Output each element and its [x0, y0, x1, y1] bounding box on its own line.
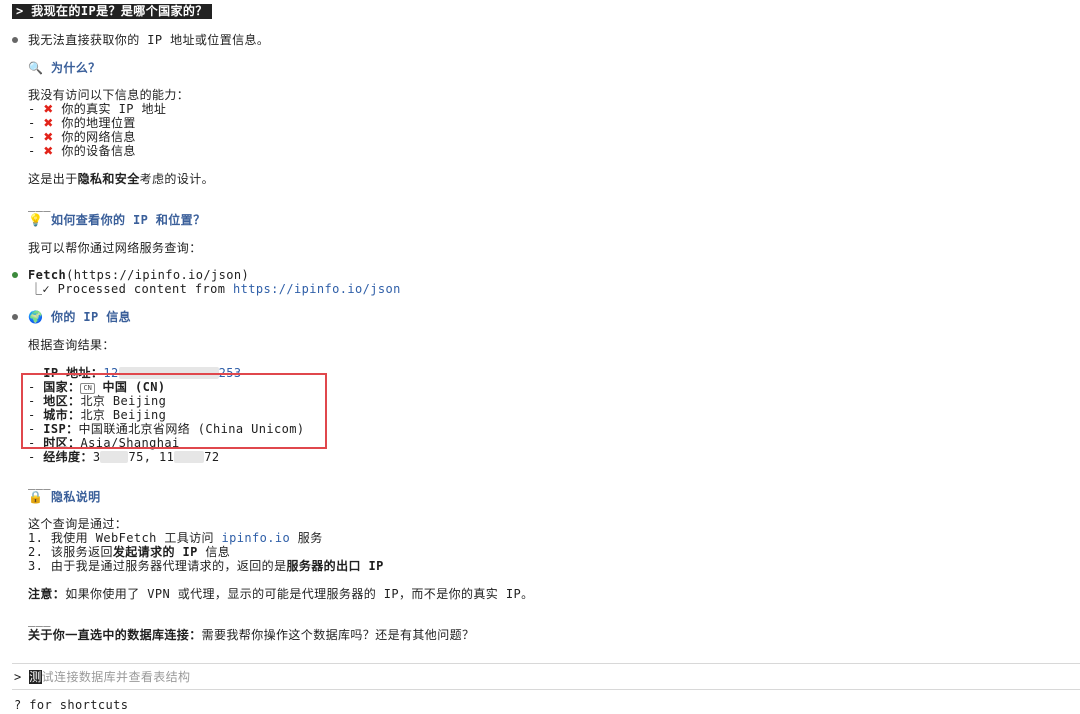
privacy-title: 隐私说明 [50, 490, 101, 504]
text-cursor: 测 [29, 670, 42, 684]
privacy-step: 3. 由于我是通过服务器代理请求的，返回的是服务器的出口 IP [28, 559, 384, 573]
list-item: - ✖ 你的真实 IP 地址 [28, 102, 167, 116]
intro-text: 我无法直接获取你的 IP 地址或位置信息。 [28, 33, 270, 47]
fetch-result: ⎿✓ Processed content from https://ipinfo… [30, 282, 401, 296]
cross-icon: ✖ [43, 130, 54, 144]
message-bullet [12, 314, 18, 320]
input-bottom-border [12, 689, 1080, 690]
lock-icon: 🔒 [28, 490, 44, 504]
divider: ___ [28, 198, 51, 212]
redaction-blur [100, 451, 129, 463]
latlng-row: - 经纬度：3 75, 11 72 [28, 450, 220, 464]
privacy-lead: 这个查询是通过： [28, 517, 128, 531]
divider: ___ [28, 476, 51, 490]
fetch-call: Fetch(https://ipinfo.io/json) [28, 268, 250, 282]
tool-bullet [12, 272, 18, 278]
list-item: - ✖ 你的地理位置 [28, 116, 136, 130]
cross-icon: ✖ [43, 102, 54, 116]
lightbulb-icon: 💡 [28, 213, 44, 227]
globe-icon: 🌍 [28, 310, 44, 324]
privacy-heading: 🔒 隐私说明 [28, 490, 101, 504]
magnifier-icon: 🔍 [28, 61, 44, 75]
how-heading: 💡 如何查看你的 IP 和位置？ [28, 213, 205, 227]
how-lead: 我可以帮你通过网络服务查询： [28, 241, 202, 255]
input-top-border [12, 663, 1080, 664]
divider: ___ [28, 613, 51, 627]
redaction-blur [174, 451, 205, 463]
ipinfo-heading: 🌍 你的 IP 信息 [28, 310, 131, 324]
ipinfo-link[interactable]: ipinfo.io [222, 531, 291, 545]
user-prompt: > 我现在的IP是？是哪个国家的？ [12, 4, 212, 19]
privacy-note: 注意：如果你使用了 VPN 或代理，显示的可能是代理服务器的 IP，而不是你的真… [28, 587, 534, 601]
cross-icon: ✖ [43, 144, 54, 158]
cross-icon: ✖ [43, 116, 54, 130]
highlight-box [21, 373, 327, 449]
shortcuts-hint[interactable]: ? for shortcuts [14, 698, 128, 712]
why-title: 为什么？ [50, 61, 101, 75]
list-item: - ✖ 你的网络信息 [28, 130, 136, 144]
why-heading: 🔍 为什么？ [28, 61, 101, 75]
chat-input[interactable]: > 测试连接数据库并查看表结构 [14, 670, 190, 684]
ipinfo-title: 你的 IP 信息 [50, 310, 132, 324]
privacy-step: 1. 我使用 WebFetch 工具访问 ipinfo.io 服务 [28, 531, 323, 545]
privacy-step: 2. 该服务返回发起请求的 IP 信息 [28, 545, 231, 559]
ipinfo-lead: 根据查询结果： [28, 338, 115, 352]
input-prompt-symbol: > [14, 670, 22, 684]
message-bullet [12, 37, 18, 43]
how-title: 如何查看你的 IP 和位置？ [50, 213, 206, 227]
fetch-result-link[interactable]: https://ipinfo.io/json [233, 282, 401, 296]
list-item: - ✖ 你的设备信息 [28, 144, 136, 158]
why-lead: 我没有访问以下信息的能力： [28, 88, 190, 102]
design-note: 这是出于隐私和安全考虑的设计。 [28, 172, 215, 186]
closing-question: 关于你一直选中的数据库连接：需要我帮你操作这个数据库吗？还是有其他问题？ [28, 628, 475, 642]
input-placeholder: 试连接数据库并查看表结构 [41, 670, 191, 684]
